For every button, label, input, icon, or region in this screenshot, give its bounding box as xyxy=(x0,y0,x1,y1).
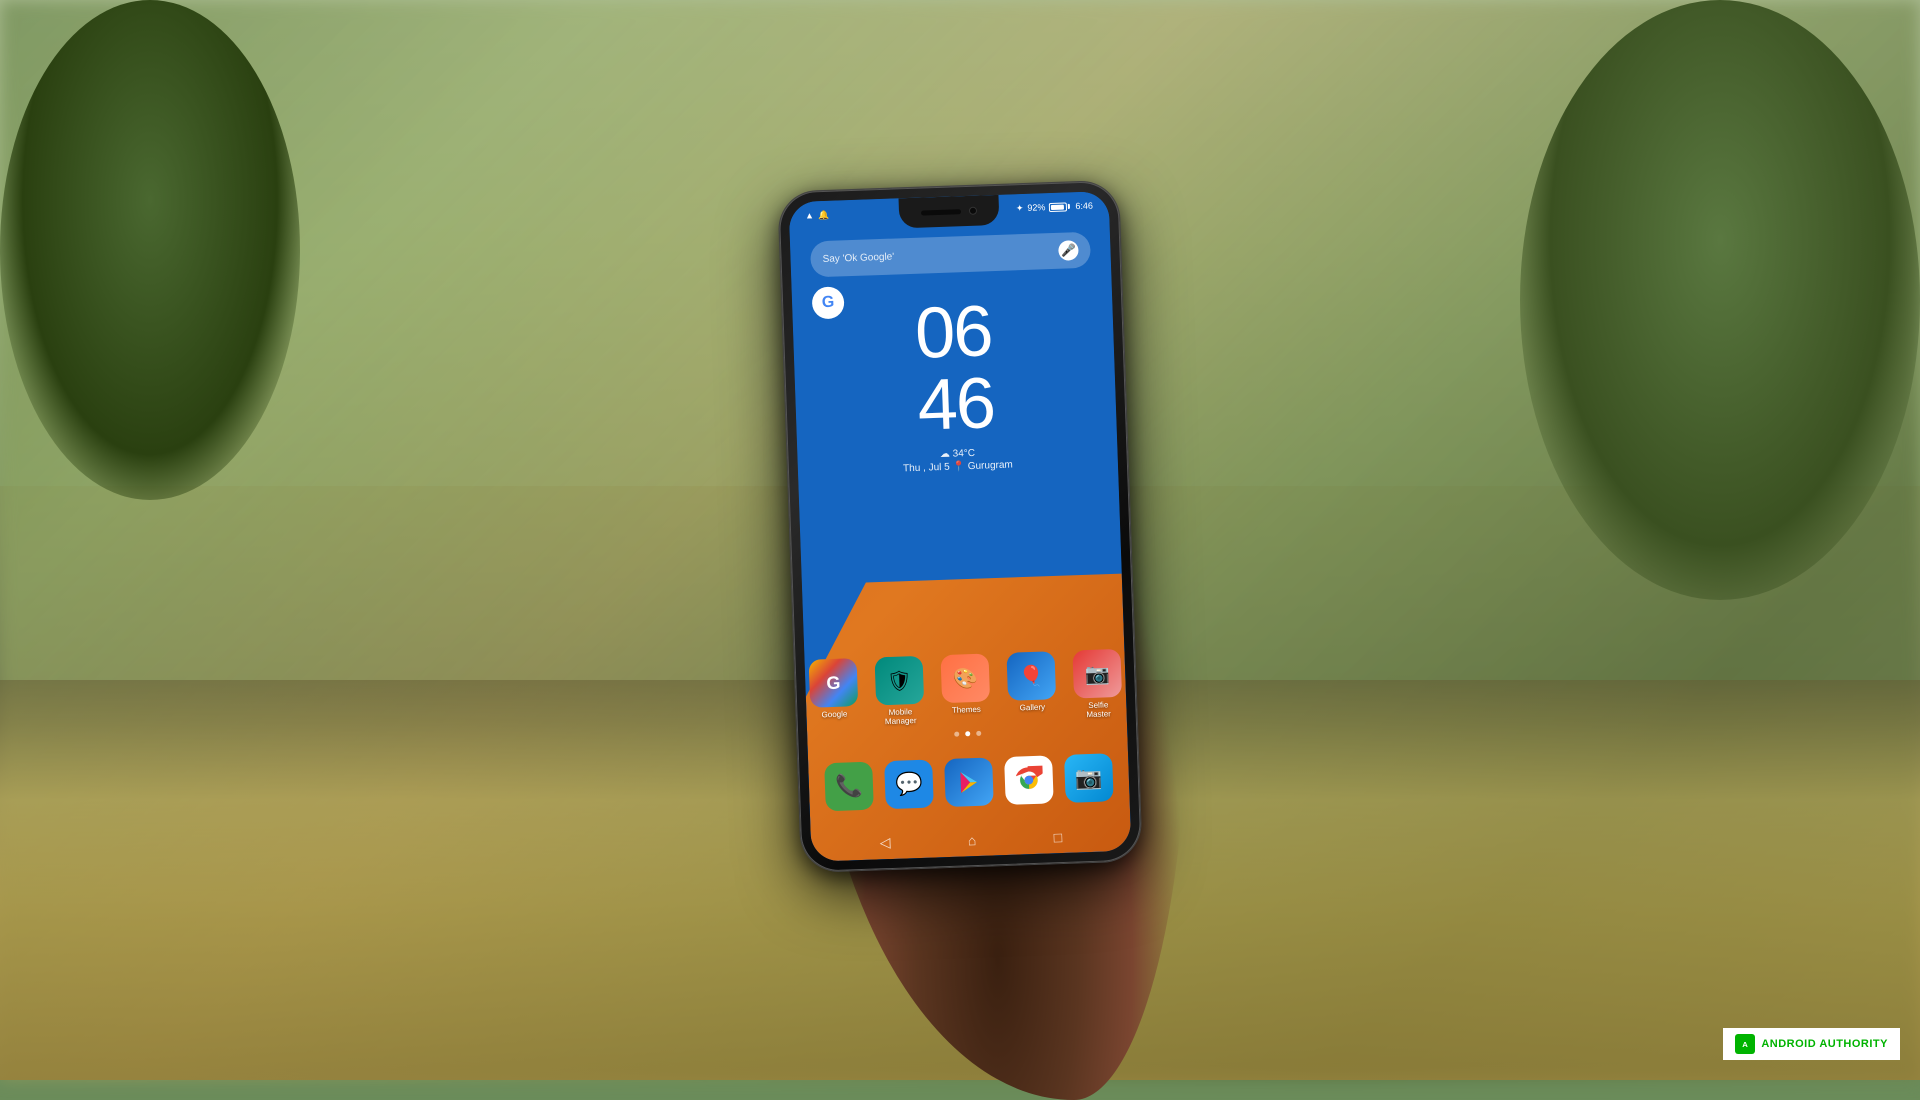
watermark-brand: ANDROID xyxy=(1761,1038,1819,1050)
location-text: Gurugram xyxy=(968,460,1013,473)
phone-wrapper: ▲ 🔔 ✦ 92% 6:46 Say 'Ok Google' 🎤 G xyxy=(778,181,1142,872)
dock-messages-icon[interactable]: 💬 xyxy=(884,760,934,810)
front-camera xyxy=(969,207,977,215)
watermark-logo: A xyxy=(1735,1034,1755,1054)
date-text: Thu , Jul 5 xyxy=(903,462,950,475)
battery-percent: 92% xyxy=(1027,202,1045,213)
back-button[interactable]: ◁ xyxy=(879,834,890,851)
app-item-themes[interactable]: 🎨 Themes xyxy=(940,653,990,724)
google-app-icon[interactable]: G xyxy=(809,658,859,708)
watermark-text: ANDROID AUTHORITY xyxy=(1761,1038,1888,1050)
page-dots xyxy=(817,726,1117,741)
battery-fill xyxy=(1051,204,1064,209)
weather-cloud-icon: ☁ xyxy=(940,449,950,460)
recents-button[interactable]: □ xyxy=(1053,829,1062,845)
svg-text:A: A xyxy=(1743,1040,1749,1049)
selfie-app-icon[interactable]: 📷 xyxy=(1072,649,1122,699)
notification-icon: 🔔 xyxy=(818,209,830,220)
speaker xyxy=(921,209,961,215)
google-app-label: Google xyxy=(821,709,847,719)
app-grid: G Google 🛡 MobileManager 🎨 xyxy=(805,649,1128,752)
themes-app-icon[interactable]: 🎨 xyxy=(940,653,990,703)
location-pin-icon: 📍 xyxy=(952,461,968,473)
page-dot-1[interactable] xyxy=(954,732,959,737)
app-item-gallery[interactable]: 🎈 Gallery xyxy=(1006,651,1056,722)
battery-icon xyxy=(1049,202,1067,212)
clock-display: 06 46 ☁ 34°C Thu , Jul 5 📍 Gurugram xyxy=(792,291,1118,478)
app-item-google[interactable]: G Google xyxy=(809,658,859,729)
bluetooth-icon: ✦ xyxy=(1016,202,1024,213)
app-row-1: G Google 🛡 MobileManager 🎨 xyxy=(815,649,1117,728)
gallery-app-icon[interactable]: 🎈 xyxy=(1006,651,1056,701)
wifi-icon: ▲ xyxy=(805,210,814,220)
search-placeholder: Say 'Ok Google' xyxy=(822,251,894,264)
dock-camera-icon[interactable]: 📷 xyxy=(1064,753,1114,803)
phone-notch xyxy=(899,195,1000,228)
dock-chrome-icon[interactable] xyxy=(1004,755,1054,805)
home-button[interactable]: ⌂ xyxy=(968,832,977,848)
clock-hour: 06 xyxy=(792,291,1114,374)
phone-body: ▲ 🔔 ✦ 92% 6:46 Say 'Ok Google' 🎤 G xyxy=(778,181,1142,872)
page-dot-3[interactable] xyxy=(976,731,981,736)
status-time: 6:46 xyxy=(1075,201,1093,212)
dock-phone-icon[interactable]: 📞 xyxy=(824,762,874,812)
tree-left xyxy=(0,0,300,500)
mic-icon[interactable]: 🎤 xyxy=(1058,240,1079,261)
gallery-app-label: Gallery xyxy=(1020,703,1046,713)
dock-playstore-icon[interactable] xyxy=(944,757,994,807)
mobile-manager-label: MobileManager xyxy=(884,707,916,726)
status-left-icons: ▲ 🔔 xyxy=(805,209,830,221)
watermark-authority: AUTHORITY xyxy=(1819,1038,1888,1050)
page-dot-2[interactable] xyxy=(965,731,970,736)
themes-app-label: Themes xyxy=(952,705,981,715)
status-right-icons: ✦ 92% 6:46 xyxy=(1016,200,1093,214)
weather-temp: 34°C xyxy=(952,448,975,460)
watermark: A ANDROID AUTHORITY xyxy=(1723,1028,1900,1060)
clock-minute: 46 xyxy=(795,363,1117,446)
tree-right xyxy=(1520,0,1920,600)
app-item-selfie[interactable]: 📷 SelfieMaster xyxy=(1072,649,1122,720)
selfie-label: SelfieMaster xyxy=(1086,700,1111,719)
app-item-mobile-manager[interactable]: 🛡 MobileManager xyxy=(875,656,925,727)
phone-screen: ▲ 🔔 ✦ 92% 6:46 Say 'Ok Google' 🎤 G xyxy=(789,191,1132,862)
mobile-manager-app-icon[interactable]: 🛡 xyxy=(875,656,925,706)
